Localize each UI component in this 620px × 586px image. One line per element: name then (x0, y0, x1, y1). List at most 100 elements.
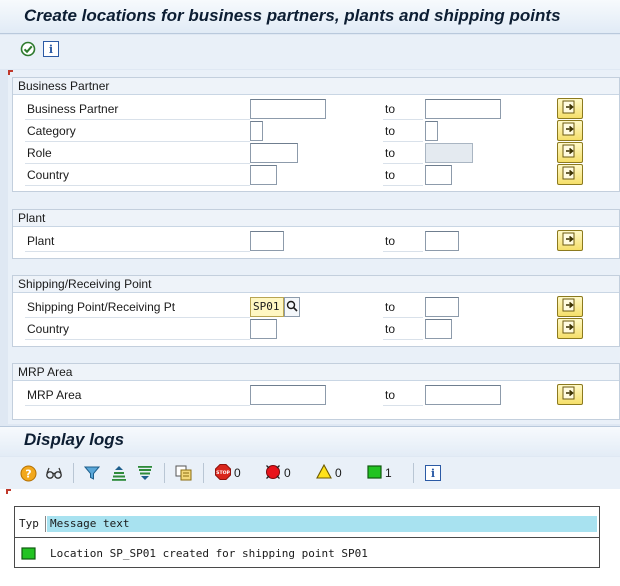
business-partner-to-input[interactable] (425, 99, 501, 119)
row-shipping-country: Country to (13, 318, 620, 340)
row-underline (25, 339, 250, 340)
category-to-input[interactable] (425, 121, 438, 141)
multiple-selection-button[interactable] (557, 230, 583, 251)
row-separator (15, 537, 599, 538)
warning-filter[interactable]: 0 (316, 463, 342, 482)
role-from-input[interactable] (250, 143, 298, 163)
country-from-input[interactable] (250, 165, 277, 185)
group-title-plant: Plant (13, 210, 619, 227)
mrp-area-from-input[interactable] (250, 385, 326, 405)
multiple-selection-button[interactable] (557, 142, 583, 163)
column-header-type[interactable]: Typ (16, 516, 46, 532)
to-label: to (385, 168, 396, 182)
warning-icon (316, 463, 332, 482)
multiple-selection-button[interactable] (557, 98, 583, 119)
to-label: to (385, 388, 396, 402)
log-table-header: Typ Message text (15, 515, 599, 533)
plant-to-input[interactable] (425, 231, 459, 251)
multiple-selection-button[interactable] (557, 384, 583, 405)
label-shipping-country: Country (27, 322, 70, 336)
to-label: to (385, 124, 396, 138)
category-from-input[interactable] (250, 121, 263, 141)
group-mrp-area: MRP Area MRP Area to (12, 363, 620, 420)
row-plant: Plant to (13, 230, 620, 252)
corner-marker (8, 70, 13, 75)
search-help-button[interactable] (284, 297, 300, 317)
success-filter[interactable]: 1 (367, 464, 392, 482)
multiple-selection-arrow-icon (562, 386, 578, 403)
multiple-selection-arrow-icon (562, 144, 578, 161)
role-to-input (425, 143, 473, 163)
plant-from-input[interactable] (250, 231, 284, 251)
svg-text:STOP: STOP (216, 470, 230, 476)
log-table: Typ Message text Location SP_SP01 create… (14, 506, 600, 568)
shipping-country-from-input[interactable] (250, 319, 277, 339)
to-underline (383, 405, 423, 406)
error-filter[interactable]: 0 (265, 464, 291, 483)
multiple-selection-button[interactable] (557, 164, 583, 185)
help-icon[interactable]: ? (20, 465, 37, 481)
page-title: Create locations for business partners, … (24, 6, 561, 25)
search-icon (286, 300, 298, 315)
success-square-icon (367, 464, 382, 482)
multiple-selection-arrow-icon (562, 320, 578, 337)
toolbar-separator (413, 463, 414, 483)
row-underline (25, 251, 250, 252)
info-icon: i (425, 465, 441, 481)
stop-icon: STOP (215, 463, 231, 483)
multiple-selection-arrow-icon (562, 298, 578, 315)
column-header-message[interactable]: Message text (47, 516, 597, 532)
log-title: Display logs (24, 430, 125, 449)
country-to-input[interactable] (425, 165, 452, 185)
log-row-type (16, 546, 44, 562)
multiple-selection-button[interactable] (557, 296, 583, 317)
multiple-selection-arrow-icon (562, 100, 578, 117)
label-plant: Plant (27, 234, 55, 248)
multiple-selection-button[interactable] (557, 120, 583, 141)
detail-glasses-icon[interactable] (45, 465, 63, 481)
filter-icon[interactable] (84, 465, 100, 481)
log-row-message: Location SP_SP01 created for shipping po… (50, 547, 368, 560)
multiple-selection-arrow-icon (562, 232, 578, 249)
row-category: Category to (13, 120, 620, 142)
multiple-selection-button[interactable] (557, 318, 583, 339)
sort-ascending-icon[interactable] (111, 465, 127, 481)
toolbar-separator (203, 463, 204, 483)
info-icon[interactable]: i (43, 41, 59, 57)
to-underline (383, 339, 423, 340)
svg-text:?: ? (25, 467, 31, 480)
sort-descending-icon[interactable] (137, 465, 153, 481)
warning-count: 0 (335, 466, 342, 480)
row-business-partner: Business Partner to (13, 98, 620, 120)
label-country: Country (27, 168, 70, 182)
row-mrp-area: MRP Area to (13, 384, 620, 406)
shipping-point-from-input[interactable]: SP01 (250, 297, 284, 317)
log-info-button[interactable]: i (425, 465, 441, 481)
label-category: Category (27, 124, 76, 138)
error-count: 0 (284, 466, 291, 480)
shipping-point-to-input[interactable] (425, 297, 459, 317)
business-partner-from-input[interactable] (250, 99, 326, 119)
multiple-selection-arrow-icon (562, 166, 578, 183)
group-title-business-partner: Business Partner (13, 78, 619, 95)
toolbar-separator (164, 463, 165, 483)
layout-icon[interactable] (175, 465, 193, 481)
label-mrp-area: MRP Area (27, 388, 82, 402)
to-label: to (385, 300, 396, 314)
stop-errors-filter[interactable]: STOP 0 (215, 463, 241, 483)
to-label: to (385, 146, 396, 160)
group-title-mrp-area: MRP Area (13, 364, 619, 381)
to-label: to (385, 234, 396, 248)
row-shipping-point: Shipping Point/Receiving Pt SP01 to (13, 296, 620, 318)
group-plant: Plant Plant to (12, 209, 620, 259)
shipping-country-to-input[interactable] (425, 319, 452, 339)
group-shipping-point: Shipping/Receiving Point Shipping Point/… (12, 275, 620, 347)
execute-clock-icon[interactable] (20, 41, 36, 57)
label-role: Role (27, 146, 52, 160)
corner-marker (6, 489, 11, 494)
row-country: Country to (13, 164, 620, 186)
mrp-area-to-input[interactable] (425, 385, 501, 405)
row-role: Role to (13, 142, 620, 164)
row-underline (25, 185, 250, 186)
error-icon (265, 464, 281, 483)
